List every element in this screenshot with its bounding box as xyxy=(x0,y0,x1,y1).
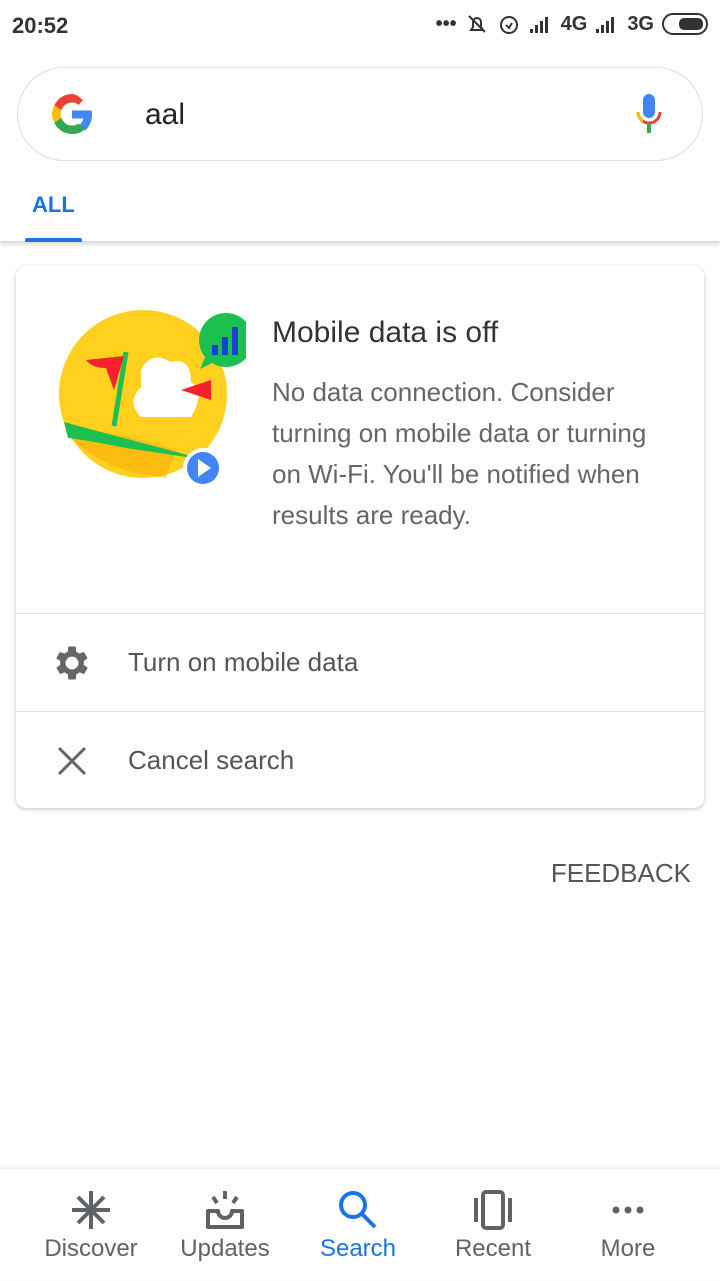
nav-label: Search xyxy=(319,1235,397,1262)
tab-all[interactable]: ALL xyxy=(32,192,75,218)
more-icon xyxy=(612,1206,644,1214)
cards-icon xyxy=(474,1190,512,1230)
cancel-search-label: Cancel search xyxy=(128,745,295,775)
nav-label: More xyxy=(600,1235,656,1262)
status-bar: 20:52 ••• 4G 3G xyxy=(0,0,720,52)
nav-recent[interactable]: Recent xyxy=(423,1169,563,1281)
nav-more[interactable]: More xyxy=(558,1169,698,1281)
card-body: No data connection. Consider turning on … xyxy=(272,377,647,530)
network-type-2: 3G xyxy=(627,12,654,35)
feedback-button[interactable]: FEEDBACK xyxy=(551,858,691,889)
nav-label: Updates xyxy=(180,1235,270,1262)
signal-icon xyxy=(529,17,548,33)
tab-indicator xyxy=(25,238,82,242)
nav-label: Recent xyxy=(454,1235,532,1262)
mobile-data-off-card: Mobile data is off No data connection. C… xyxy=(16,266,704,808)
cancel-search-button[interactable]: Cancel search xyxy=(16,711,704,809)
bottom-nav: Discover Updates Search Recent More xyxy=(0,1168,720,1280)
search-icon xyxy=(339,1191,377,1229)
more-notifications-icon: ••• xyxy=(435,12,457,35)
muted-bell-icon xyxy=(467,15,486,33)
google-logo-icon xyxy=(52,94,92,134)
nav-discover[interactable]: Discover xyxy=(21,1169,161,1281)
close-icon xyxy=(57,746,87,775)
network-type-1: 4G xyxy=(560,12,588,35)
search-input[interactable]: aal xyxy=(145,98,185,132)
nav-label: Discover xyxy=(44,1235,138,1262)
nav-search[interactable]: Search xyxy=(288,1169,428,1281)
turn-on-mobile-data-button[interactable]: Turn on mobile data xyxy=(16,613,704,711)
status-time: 20:52 xyxy=(12,13,69,38)
microphone-icon[interactable] xyxy=(634,92,664,136)
status-icons: ••• 4G 3G xyxy=(436,12,708,36)
alarm-icon xyxy=(499,16,518,34)
signal-icon xyxy=(596,17,615,33)
battery-icon xyxy=(662,13,708,35)
card-title: Mobile data is off xyxy=(272,316,499,349)
gear-icon xyxy=(56,646,88,679)
search-bar[interactable]: aal xyxy=(17,67,703,161)
tab-bar: ALL xyxy=(0,180,720,242)
offline-illustration-icon xyxy=(59,310,246,488)
asterisk-icon xyxy=(72,1191,110,1229)
inbox-icon xyxy=(206,1191,244,1229)
nav-updates[interactable]: Updates xyxy=(155,1169,295,1281)
turn-on-mobile-data-label: Turn on mobile data xyxy=(128,647,359,677)
